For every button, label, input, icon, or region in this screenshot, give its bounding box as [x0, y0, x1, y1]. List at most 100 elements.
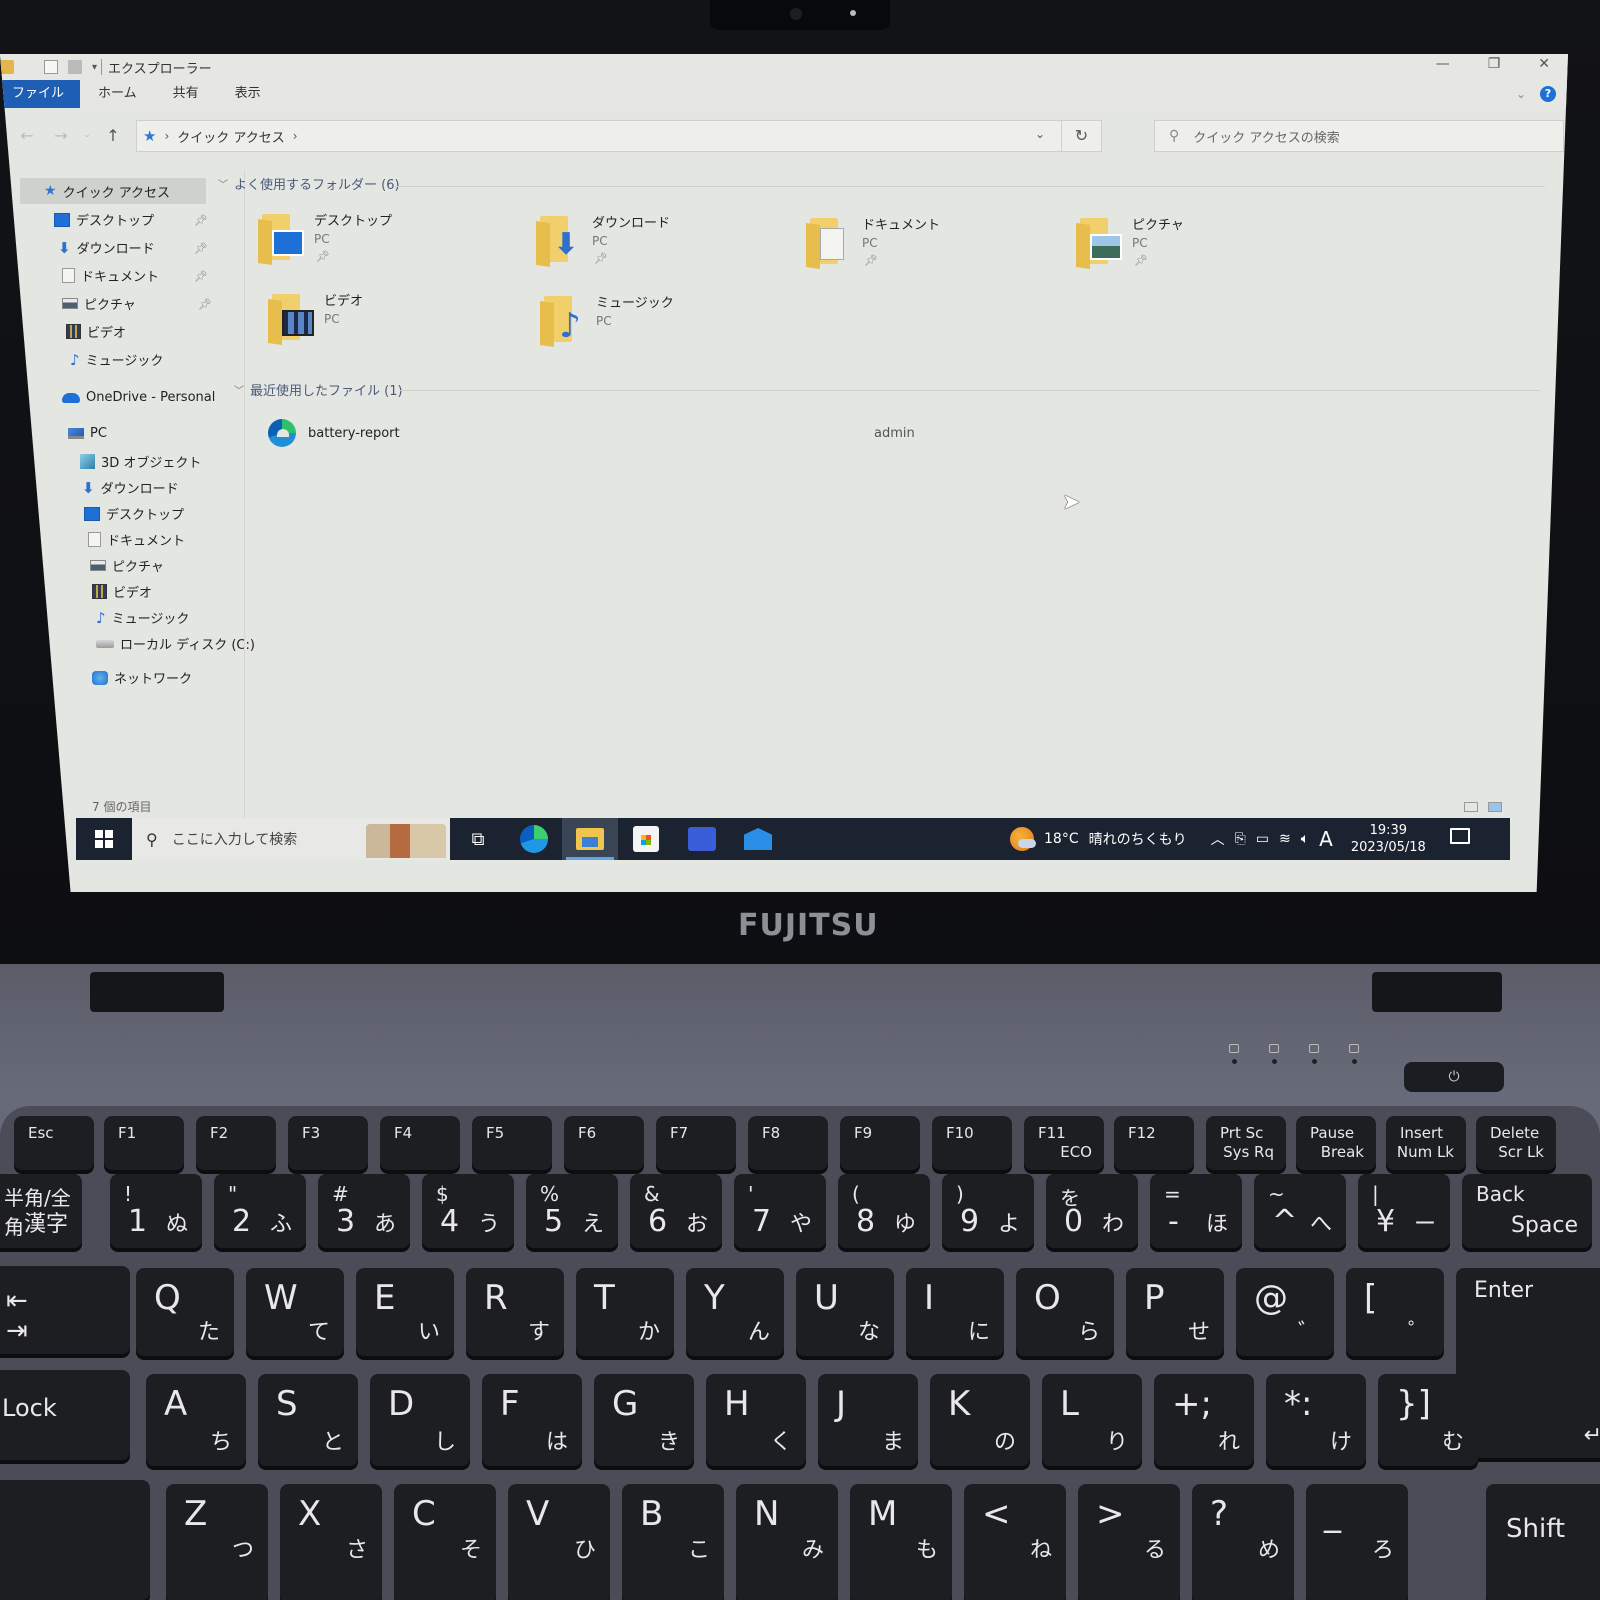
- key-pause[interactable]: Pause Break: [1296, 1116, 1376, 1170]
- key-qwerty[interactable]: Yん: [686, 1268, 784, 1356]
- restore-button[interactable]: ❐: [1488, 56, 1501, 72]
- key-zxcv[interactable]: _ ろ: [1306, 1484, 1408, 1600]
- tab-view[interactable]: 表示: [217, 80, 279, 108]
- wifi-icon[interactable]: ≋: [1279, 831, 1291, 847]
- key-asdf[interactable]: Jま: [818, 1374, 918, 1466]
- key-qwerty[interactable]: [゜: [1346, 1268, 1444, 1356]
- meet-now-icon[interactable]: ⎘: [1235, 831, 1246, 847]
- help-icon[interactable]: ?: [1540, 86, 1556, 102]
- search-input[interactable]: ⚲ クイック アクセスの検索: [1154, 120, 1564, 152]
- key-zxcv[interactable]: Cそ: [394, 1484, 496, 1600]
- refresh-button[interactable]: ↻: [1061, 121, 1101, 151]
- key-qwerty[interactable]: Qた: [136, 1268, 234, 1356]
- close-button[interactable]: ✕: [1538, 56, 1550, 72]
- pin-icon[interactable]: 📌︎: [194, 214, 208, 227]
- weather-condition[interactable]: 晴れのちくもり: [1089, 829, 1187, 849]
- battery-icon[interactable]: ▭: [1256, 831, 1269, 847]
- key-esc[interactable]: Esc: [14, 1116, 94, 1170]
- volume-icon[interactable]: 🔈︎: [1301, 831, 1309, 847]
- nav-pc-3d-objects[interactable]: 3D オブジェクト: [80, 452, 201, 471]
- large-icons-view-icon[interactable]: [1488, 802, 1502, 812]
- address-bar[interactable]: ★ › クイック アクセス › ⌄ ↻: [136, 120, 1102, 152]
- taskbar-app-mail[interactable]: [730, 818, 786, 860]
- folder-icon[interactable]: [0, 60, 14, 74]
- key-qwerty[interactable]: Rす: [466, 1268, 564, 1356]
- minimize-button[interactable]: —: [1436, 56, 1450, 72]
- folder-tile[interactable]: デスクトップ PC 📌︎: [258, 210, 518, 280]
- key-asdf[interactable]: Aち: [146, 1374, 246, 1466]
- taskbar-app-edge[interactable]: [506, 818, 562, 860]
- key-delete[interactable]: Delete Scr Lk: [1476, 1116, 1556, 1170]
- action-center-icon[interactable]: [1450, 828, 1470, 844]
- key-f2[interactable]: F2: [196, 1116, 276, 1170]
- key-asdf[interactable]: Gき: [594, 1374, 694, 1466]
- key-qwerty[interactable]: @ ゛: [1236, 1268, 1334, 1356]
- tab-home[interactable]: ホーム: [80, 80, 155, 108]
- key-number-row[interactable]: & 6 お: [630, 1174, 722, 1248]
- nav-pc-downloads[interactable]: ⬇ ダウンロード: [82, 478, 179, 497]
- power-button[interactable]: ⏻: [1404, 1062, 1504, 1092]
- key-f9[interactable]: F9: [840, 1116, 920, 1170]
- pin-icon[interactable]: 📌︎: [194, 242, 208, 255]
- collapse-caret-icon[interactable]: ﹀: [218, 176, 228, 191]
- key-qwerty[interactable]: Uな: [796, 1268, 894, 1356]
- start-button[interactable]: [76, 818, 132, 860]
- breadcrumb-chevron-icon[interactable]: ›: [164, 129, 169, 143]
- key-number-row[interactable]: = - ほ: [1150, 1174, 1242, 1248]
- key-zxcv[interactable]: Nみ: [736, 1484, 838, 1600]
- key-asdf[interactable]: *: け: [1266, 1374, 1366, 1466]
- nav-onedrive[interactable]: OneDrive - Personal: [62, 390, 215, 405]
- breadcrumb-chevron-icon[interactable]: ›: [293, 129, 298, 143]
- key-f1[interactable]: F1: [104, 1116, 184, 1170]
- key-f5[interactable]: F5: [472, 1116, 552, 1170]
- key-f7[interactable]: F7: [656, 1116, 736, 1170]
- nav-qa-pictures[interactable]: ピクチャ: [62, 294, 136, 313]
- key-number-row[interactable]: ! 1 ぬ: [110, 1174, 202, 1248]
- properties-icon[interactable]: [44, 60, 58, 74]
- key-asdf[interactable]: +; れ: [1154, 1374, 1254, 1466]
- key-qwerty[interactable]: Iに: [906, 1268, 1004, 1356]
- pin-icon[interactable]: 📌︎: [1134, 254, 1148, 267]
- key-qwerty[interactable]: Wて: [246, 1268, 344, 1356]
- key-zxcv[interactable]: Bこ: [622, 1484, 724, 1600]
- pin-icon[interactable]: 📌︎: [316, 250, 330, 263]
- key-zxcv[interactable]: Vひ: [508, 1484, 610, 1600]
- nav-pc-pictures[interactable]: ピクチャ: [90, 556, 164, 575]
- task-view-button[interactable]: ⧉: [450, 818, 506, 860]
- nav-quick-access[interactable]: ★ クイック アクセス: [20, 178, 206, 204]
- folder-tile[interactable]: ビデオ PC: [268, 290, 528, 360]
- key-zxcv[interactable]: Zつ: [166, 1484, 268, 1600]
- key-number-row[interactable]: ' 7 や: [734, 1174, 826, 1248]
- key-prt-sc[interactable]: Prt Sc Sys Rq: [1206, 1116, 1286, 1170]
- forward-button[interactable]: →: [44, 126, 78, 145]
- key-zxcv[interactable]: > る: [1078, 1484, 1180, 1600]
- key-asdf[interactable]: Lり: [1042, 1374, 1142, 1466]
- nav-pc-desktop[interactable]: デスクトップ: [84, 504, 184, 523]
- key-qwerty[interactable]: Oら: [1016, 1268, 1114, 1356]
- key-qwerty[interactable]: Eい: [356, 1268, 454, 1356]
- breadcrumb-quick-access[interactable]: クイック アクセス: [177, 127, 284, 146]
- key-number-row[interactable]: Back Space: [1462, 1174, 1592, 1248]
- key-number-row[interactable]: 半角/全角 漢字: [0, 1174, 82, 1248]
- taskbar-app-settings[interactable]: [674, 818, 730, 860]
- key-f10[interactable]: F10: [932, 1116, 1012, 1170]
- key-f4[interactable]: F4: [380, 1116, 460, 1170]
- back-button[interactable]: ←: [10, 126, 44, 145]
- key-number-row[interactable]: $4 う: [422, 1174, 514, 1248]
- key-f12[interactable]: F12: [1114, 1116, 1194, 1170]
- nav-qa-documents[interactable]: ドキュメント: [62, 266, 159, 285]
- key-caps-lock[interactable]: Lock: [0, 1370, 130, 1460]
- key-right-shift[interactable]: Shift: [1486, 1484, 1600, 1600]
- pin-icon[interactable]: 📌︎: [864, 254, 878, 267]
- key-zxcv[interactable]: Xさ: [280, 1484, 382, 1600]
- recent-locations-icon[interactable]: ⌄: [78, 130, 96, 140]
- nav-network[interactable]: ネットワーク: [92, 668, 192, 687]
- key-asdf[interactable]: Kの: [930, 1374, 1030, 1466]
- key-number-row[interactable]: を0わ: [1046, 1174, 1138, 1248]
- search-highlight-image[interactable]: [366, 824, 446, 858]
- key-number-row[interactable]: ~ ^ へ: [1254, 1174, 1346, 1248]
- nav-pc-music[interactable]: ♪ ミュージック: [96, 608, 189, 627]
- nav-pc-videos[interactable]: ビデオ: [92, 582, 152, 601]
- key-left-shift[interactable]: [0, 1480, 150, 1600]
- key-asdf[interactable]: Sと: [258, 1374, 358, 1466]
